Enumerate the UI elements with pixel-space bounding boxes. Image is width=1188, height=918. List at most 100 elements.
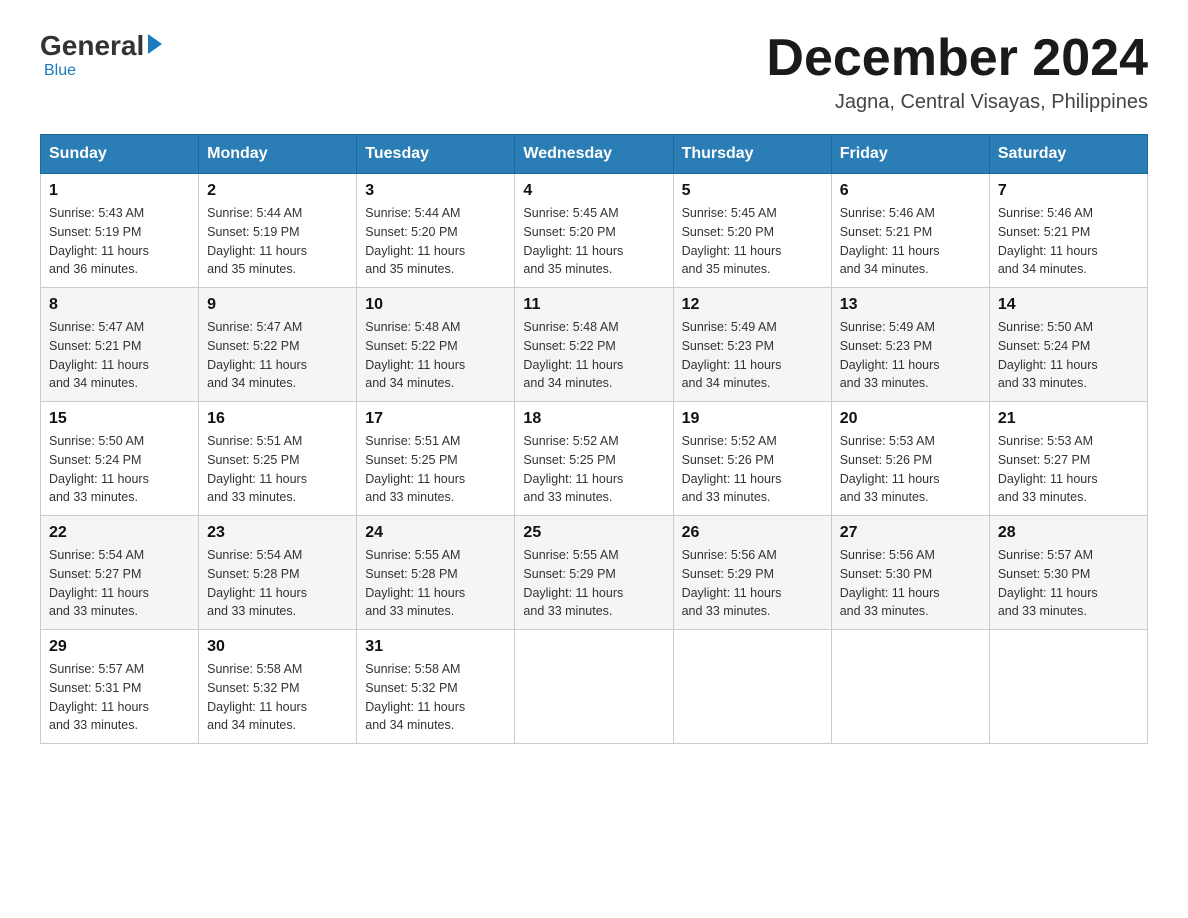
day-number: 11	[523, 296, 664, 314]
table-row: 10 Sunrise: 5:48 AM Sunset: 5:22 PM Dayl…	[357, 288, 515, 402]
col-sunday: Sunday	[41, 135, 199, 174]
table-row: 4 Sunrise: 5:45 AM Sunset: 5:20 PM Dayli…	[515, 174, 673, 288]
table-row: 31 Sunrise: 5:58 AM Sunset: 5:32 PM Dayl…	[357, 630, 515, 744]
table-row: 19 Sunrise: 5:52 AM Sunset: 5:26 PM Dayl…	[673, 402, 831, 516]
table-row: 23 Sunrise: 5:54 AM Sunset: 5:28 PM Dayl…	[199, 516, 357, 630]
day-number: 26	[682, 524, 823, 542]
day-info: Sunrise: 5:58 AM Sunset: 5:32 PM Dayligh…	[365, 660, 506, 735]
calendar-week-row: 8 Sunrise: 5:47 AM Sunset: 5:21 PM Dayli…	[41, 288, 1148, 402]
day-info: Sunrise: 5:47 AM Sunset: 5:21 PM Dayligh…	[49, 318, 190, 393]
day-number: 8	[49, 296, 190, 314]
day-info: Sunrise: 5:54 AM Sunset: 5:28 PM Dayligh…	[207, 546, 348, 621]
col-tuesday: Tuesday	[357, 135, 515, 174]
day-number: 10	[365, 296, 506, 314]
table-row: 5 Sunrise: 5:45 AM Sunset: 5:20 PM Dayli…	[673, 174, 831, 288]
day-info: Sunrise: 5:50 AM Sunset: 5:24 PM Dayligh…	[49, 432, 190, 507]
day-number: 23	[207, 524, 348, 542]
table-row: 30 Sunrise: 5:58 AM Sunset: 5:32 PM Dayl…	[199, 630, 357, 744]
table-row: 26 Sunrise: 5:56 AM Sunset: 5:29 PM Dayl…	[673, 516, 831, 630]
location-label: Jagna, Central Visayas, Philippines	[766, 91, 1148, 114]
day-info: Sunrise: 5:51 AM Sunset: 5:25 PM Dayligh…	[365, 432, 506, 507]
day-number: 17	[365, 410, 506, 428]
day-info: Sunrise: 5:49 AM Sunset: 5:23 PM Dayligh…	[682, 318, 823, 393]
table-row	[831, 630, 989, 744]
day-info: Sunrise: 5:58 AM Sunset: 5:32 PM Dayligh…	[207, 660, 348, 735]
table-row: 16 Sunrise: 5:51 AM Sunset: 5:25 PM Dayl…	[199, 402, 357, 516]
day-number: 13	[840, 296, 981, 314]
day-info: Sunrise: 5:44 AM Sunset: 5:19 PM Dayligh…	[207, 204, 348, 279]
day-info: Sunrise: 5:56 AM Sunset: 5:29 PM Dayligh…	[682, 546, 823, 621]
day-info: Sunrise: 5:53 AM Sunset: 5:27 PM Dayligh…	[998, 432, 1139, 507]
day-info: Sunrise: 5:55 AM Sunset: 5:29 PM Dayligh…	[523, 546, 664, 621]
table-row: 28 Sunrise: 5:57 AM Sunset: 5:30 PM Dayl…	[989, 516, 1147, 630]
table-row: 8 Sunrise: 5:47 AM Sunset: 5:21 PM Dayli…	[41, 288, 199, 402]
calendar-week-row: 1 Sunrise: 5:43 AM Sunset: 5:19 PM Dayli…	[41, 174, 1148, 288]
day-info: Sunrise: 5:53 AM Sunset: 5:26 PM Dayligh…	[840, 432, 981, 507]
day-number: 9	[207, 296, 348, 314]
day-number: 2	[207, 182, 348, 200]
day-number: 29	[49, 638, 190, 656]
day-number: 15	[49, 410, 190, 428]
day-info: Sunrise: 5:48 AM Sunset: 5:22 PM Dayligh…	[523, 318, 664, 393]
day-number: 30	[207, 638, 348, 656]
day-info: Sunrise: 5:50 AM Sunset: 5:24 PM Dayligh…	[998, 318, 1139, 393]
table-row: 1 Sunrise: 5:43 AM Sunset: 5:19 PM Dayli…	[41, 174, 199, 288]
day-number: 3	[365, 182, 506, 200]
table-row	[515, 630, 673, 744]
col-friday: Friday	[831, 135, 989, 174]
day-number: 6	[840, 182, 981, 200]
day-number: 27	[840, 524, 981, 542]
day-number: 1	[49, 182, 190, 200]
title-block: December 2024 Jagna, Central Visayas, Ph…	[766, 30, 1148, 114]
day-number: 31	[365, 638, 506, 656]
table-row: 7 Sunrise: 5:46 AM Sunset: 5:21 PM Dayli…	[989, 174, 1147, 288]
day-info: Sunrise: 5:46 AM Sunset: 5:21 PM Dayligh…	[998, 204, 1139, 279]
logo: General Blue	[40, 30, 162, 80]
day-info: Sunrise: 5:51 AM Sunset: 5:25 PM Dayligh…	[207, 432, 348, 507]
day-info: Sunrise: 5:52 AM Sunset: 5:25 PM Dayligh…	[523, 432, 664, 507]
calendar-week-row: 22 Sunrise: 5:54 AM Sunset: 5:27 PM Dayl…	[41, 516, 1148, 630]
table-row: 11 Sunrise: 5:48 AM Sunset: 5:22 PM Dayl…	[515, 288, 673, 402]
calendar-header-row: Sunday Monday Tuesday Wednesday Thursday…	[41, 135, 1148, 174]
logo-general-text: General	[40, 30, 144, 62]
day-info: Sunrise: 5:57 AM Sunset: 5:31 PM Dayligh…	[49, 660, 190, 735]
table-row: 21 Sunrise: 5:53 AM Sunset: 5:27 PM Dayl…	[989, 402, 1147, 516]
table-row: 20 Sunrise: 5:53 AM Sunset: 5:26 PM Dayl…	[831, 402, 989, 516]
day-info: Sunrise: 5:45 AM Sunset: 5:20 PM Dayligh…	[523, 204, 664, 279]
day-number: 14	[998, 296, 1139, 314]
day-number: 22	[49, 524, 190, 542]
day-info: Sunrise: 5:56 AM Sunset: 5:30 PM Dayligh…	[840, 546, 981, 621]
table-row	[673, 630, 831, 744]
day-info: Sunrise: 5:43 AM Sunset: 5:19 PM Dayligh…	[49, 204, 190, 279]
table-row: 24 Sunrise: 5:55 AM Sunset: 5:28 PM Dayl…	[357, 516, 515, 630]
page-header: General Blue December 2024 Jagna, Centra…	[40, 30, 1148, 114]
day-number: 20	[840, 410, 981, 428]
table-row: 27 Sunrise: 5:56 AM Sunset: 5:30 PM Dayl…	[831, 516, 989, 630]
day-info: Sunrise: 5:45 AM Sunset: 5:20 PM Dayligh…	[682, 204, 823, 279]
day-number: 5	[682, 182, 823, 200]
calendar-table: Sunday Monday Tuesday Wednesday Thursday…	[40, 134, 1148, 744]
table-row: 22 Sunrise: 5:54 AM Sunset: 5:27 PM Dayl…	[41, 516, 199, 630]
day-number: 19	[682, 410, 823, 428]
table-row: 6 Sunrise: 5:46 AM Sunset: 5:21 PM Dayli…	[831, 174, 989, 288]
table-row: 13 Sunrise: 5:49 AM Sunset: 5:23 PM Dayl…	[831, 288, 989, 402]
day-number: 28	[998, 524, 1139, 542]
col-wednesday: Wednesday	[515, 135, 673, 174]
day-info: Sunrise: 5:57 AM Sunset: 5:30 PM Dayligh…	[998, 546, 1139, 621]
col-monday: Monday	[199, 135, 357, 174]
table-row: 15 Sunrise: 5:50 AM Sunset: 5:24 PM Dayl…	[41, 402, 199, 516]
day-number: 4	[523, 182, 664, 200]
table-row: 17 Sunrise: 5:51 AM Sunset: 5:25 PM Dayl…	[357, 402, 515, 516]
day-info: Sunrise: 5:46 AM Sunset: 5:21 PM Dayligh…	[840, 204, 981, 279]
day-number: 25	[523, 524, 664, 542]
day-number: 12	[682, 296, 823, 314]
day-number: 24	[365, 524, 506, 542]
calendar-week-row: 15 Sunrise: 5:50 AM Sunset: 5:24 PM Dayl…	[41, 402, 1148, 516]
day-info: Sunrise: 5:47 AM Sunset: 5:22 PM Dayligh…	[207, 318, 348, 393]
logo-triangle-icon	[148, 34, 162, 54]
day-info: Sunrise: 5:48 AM Sunset: 5:22 PM Dayligh…	[365, 318, 506, 393]
table-row	[989, 630, 1147, 744]
day-info: Sunrise: 5:52 AM Sunset: 5:26 PM Dayligh…	[682, 432, 823, 507]
table-row: 29 Sunrise: 5:57 AM Sunset: 5:31 PM Dayl…	[41, 630, 199, 744]
calendar-week-row: 29 Sunrise: 5:57 AM Sunset: 5:31 PM Dayl…	[41, 630, 1148, 744]
